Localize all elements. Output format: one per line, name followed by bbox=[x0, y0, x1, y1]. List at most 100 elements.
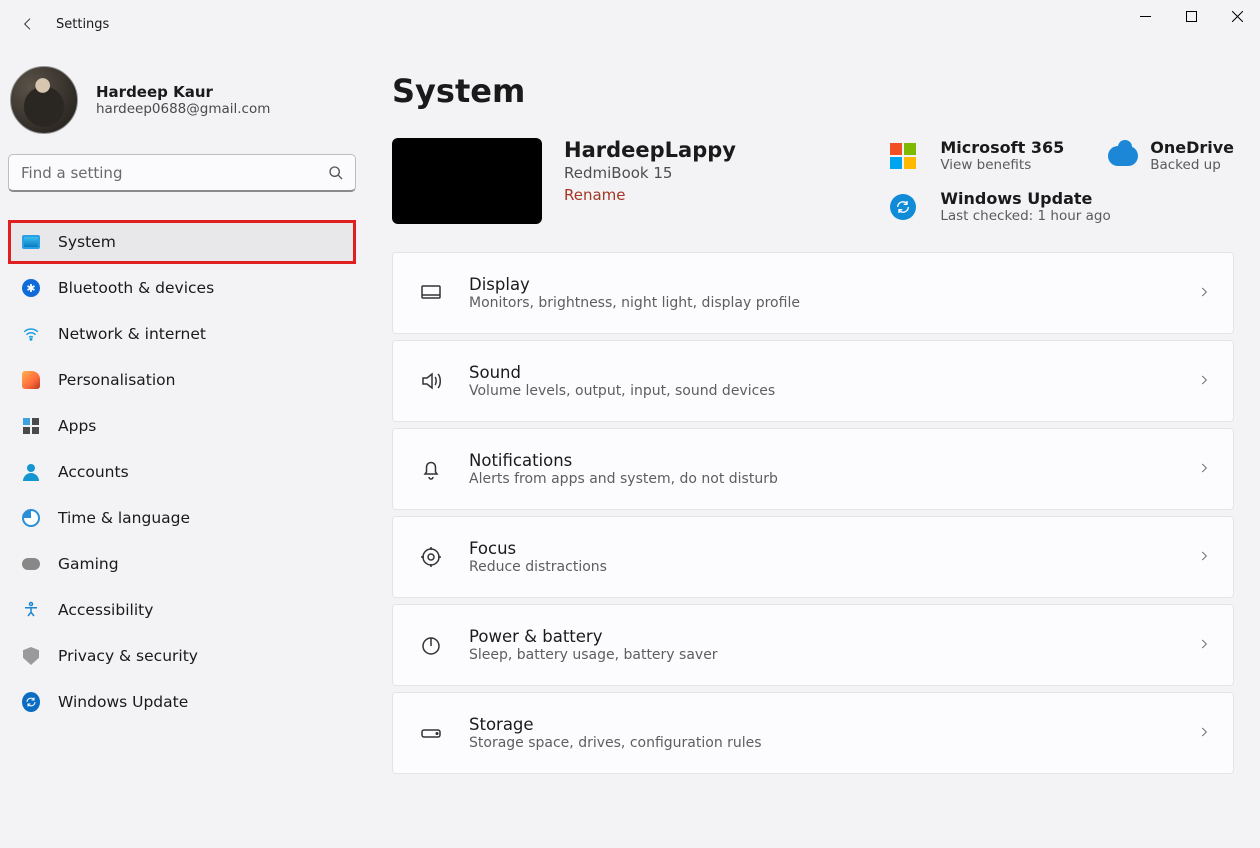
device-row: HardeepLappy RedmiBook 15 Rename Microso… bbox=[392, 138, 1234, 224]
promo-onedrive[interactable]: OneDrive Backed up bbox=[1108, 138, 1234, 173]
settings-list: DisplayMonitors, brightness, night light… bbox=[392, 252, 1234, 774]
nav-label: Accessibility bbox=[58, 601, 153, 619]
chevron-right-icon bbox=[1197, 284, 1211, 303]
card-sub: Alerts from apps and system, do not dist… bbox=[469, 471, 778, 487]
nav: System Bluetooth & devices Network & int… bbox=[8, 220, 356, 724]
titlebar: Settings bbox=[0, 0, 1260, 48]
card-sub: Storage space, drives, configuration rul… bbox=[469, 735, 762, 751]
focus-icon bbox=[419, 545, 443, 569]
window-title: Settings bbox=[56, 17, 109, 32]
promo-title: Windows Update bbox=[940, 189, 1234, 208]
user-profile[interactable]: Hardeep Kaur hardeep0688@gmail.com bbox=[8, 66, 358, 134]
promo-sub: Last checked: 1 hour ago bbox=[940, 208, 1234, 224]
search-input[interactable] bbox=[8, 154, 356, 192]
promo-panel: Microsoft 365 View benefits OneDrive Bac… bbox=[888, 138, 1234, 224]
sidebar: Hardeep Kaur hardeep0688@gmail.com Syste… bbox=[0, 48, 358, 848]
nav-item-personalisation[interactable]: Personalisation bbox=[8, 358, 356, 402]
nav-label: Windows Update bbox=[58, 693, 188, 711]
nav-label: Gaming bbox=[58, 555, 119, 573]
nav-label: Network & internet bbox=[58, 325, 206, 343]
promo-title: OneDrive bbox=[1150, 138, 1234, 157]
nav-item-accounts[interactable]: Accounts bbox=[8, 450, 356, 494]
setting-storage[interactable]: StorageStorage space, drives, configurat… bbox=[392, 692, 1234, 774]
chevron-right-icon bbox=[1197, 548, 1211, 567]
promo-winupdate[interactable]: Windows Update Last checked: 1 hour ago bbox=[940, 189, 1234, 224]
minimize-button[interactable] bbox=[1122, 0, 1168, 32]
chevron-right-icon bbox=[1197, 636, 1211, 655]
brush-icon bbox=[22, 371, 40, 389]
page-heading: System bbox=[392, 72, 1234, 110]
search-icon bbox=[328, 165, 344, 181]
nav-label: Accounts bbox=[58, 463, 129, 481]
microsoft-logo-icon bbox=[888, 141, 918, 171]
nav-item-gaming[interactable]: Gaming bbox=[8, 542, 356, 586]
wifi-icon bbox=[22, 325, 40, 343]
update-icon bbox=[888, 192, 918, 222]
setting-notifications[interactable]: NotificationsAlerts from apps and system… bbox=[392, 428, 1234, 510]
card-sub: Sleep, battery usage, battery saver bbox=[469, 647, 718, 663]
person-icon bbox=[22, 463, 40, 481]
accessibility-icon bbox=[22, 601, 40, 619]
promo-ms365[interactable]: Microsoft 365 View benefits bbox=[940, 138, 1064, 173]
shield-icon bbox=[22, 647, 40, 665]
chevron-right-icon bbox=[1197, 724, 1211, 743]
card-sub: Volume levels, output, input, sound devi… bbox=[469, 383, 775, 399]
card-title: Display bbox=[469, 275, 800, 294]
promo-sub: View benefits bbox=[940, 157, 1064, 173]
device-thumbnail bbox=[392, 138, 542, 224]
bluetooth-icon bbox=[22, 279, 40, 297]
nav-label: Bluetooth & devices bbox=[58, 279, 214, 297]
promo-title: Microsoft 365 bbox=[940, 138, 1064, 157]
system-icon bbox=[22, 233, 40, 251]
promo-sub: Backed up bbox=[1150, 157, 1234, 173]
window-controls bbox=[1122, 0, 1260, 32]
nav-item-update[interactable]: Windows Update bbox=[8, 680, 356, 724]
main-content: System HardeepLappy RedmiBook 15 Rename … bbox=[358, 48, 1260, 848]
cloud-icon bbox=[1108, 141, 1138, 171]
nav-label: Personalisation bbox=[58, 371, 175, 389]
card-sub: Reduce distractions bbox=[469, 559, 607, 575]
nav-item-time[interactable]: Time & language bbox=[8, 496, 356, 540]
nav-label: Apps bbox=[58, 417, 96, 435]
chevron-right-icon bbox=[1197, 372, 1211, 391]
card-title: Storage bbox=[469, 715, 762, 734]
sound-icon bbox=[419, 369, 443, 393]
card-sub: Monitors, brightness, night light, displ… bbox=[469, 295, 800, 311]
apps-icon bbox=[22, 417, 40, 435]
avatar bbox=[10, 66, 78, 134]
setting-sound[interactable]: SoundVolume levels, output, input, sound… bbox=[392, 340, 1234, 422]
device-info: HardeepLappy RedmiBook 15 Rename bbox=[564, 138, 736, 204]
chevron-right-icon bbox=[1197, 460, 1211, 479]
nav-label: Time & language bbox=[58, 509, 190, 527]
search-wrap bbox=[8, 154, 356, 192]
card-title: Power & battery bbox=[469, 627, 718, 646]
card-title: Sound bbox=[469, 363, 775, 382]
nav-item-accessibility[interactable]: Accessibility bbox=[8, 588, 356, 632]
nav-label: Privacy & security bbox=[58, 647, 198, 665]
power-icon bbox=[419, 633, 443, 657]
setting-focus[interactable]: FocusReduce distractions bbox=[392, 516, 1234, 598]
back-button[interactable] bbox=[12, 8, 44, 40]
nav-item-privacy[interactable]: Privacy & security bbox=[8, 634, 356, 678]
card-title: Focus bbox=[469, 539, 607, 558]
device-name: HardeepLappy bbox=[564, 138, 736, 162]
close-button[interactable] bbox=[1214, 0, 1260, 32]
setting-power[interactable]: Power & batterySleep, battery usage, bat… bbox=[392, 604, 1234, 686]
nav-label: System bbox=[58, 233, 116, 251]
user-email: hardeep0688@gmail.com bbox=[96, 101, 270, 117]
nav-item-network[interactable]: Network & internet bbox=[8, 312, 356, 356]
rename-link[interactable]: Rename bbox=[564, 186, 626, 204]
sync-icon bbox=[22, 693, 40, 711]
clock-icon bbox=[22, 509, 40, 527]
gamepad-icon bbox=[22, 555, 40, 573]
nav-item-system[interactable]: System bbox=[8, 220, 356, 264]
setting-display[interactable]: DisplayMonitors, brightness, night light… bbox=[392, 252, 1234, 334]
nav-item-apps[interactable]: Apps bbox=[8, 404, 356, 448]
device-model: RedmiBook 15 bbox=[564, 164, 736, 182]
maximize-button[interactable] bbox=[1168, 0, 1214, 32]
card-title: Notifications bbox=[469, 451, 778, 470]
nav-item-bluetooth[interactable]: Bluetooth & devices bbox=[8, 266, 356, 310]
display-icon bbox=[419, 281, 443, 305]
bell-icon bbox=[419, 457, 443, 481]
user-name: Hardeep Kaur bbox=[96, 83, 270, 101]
